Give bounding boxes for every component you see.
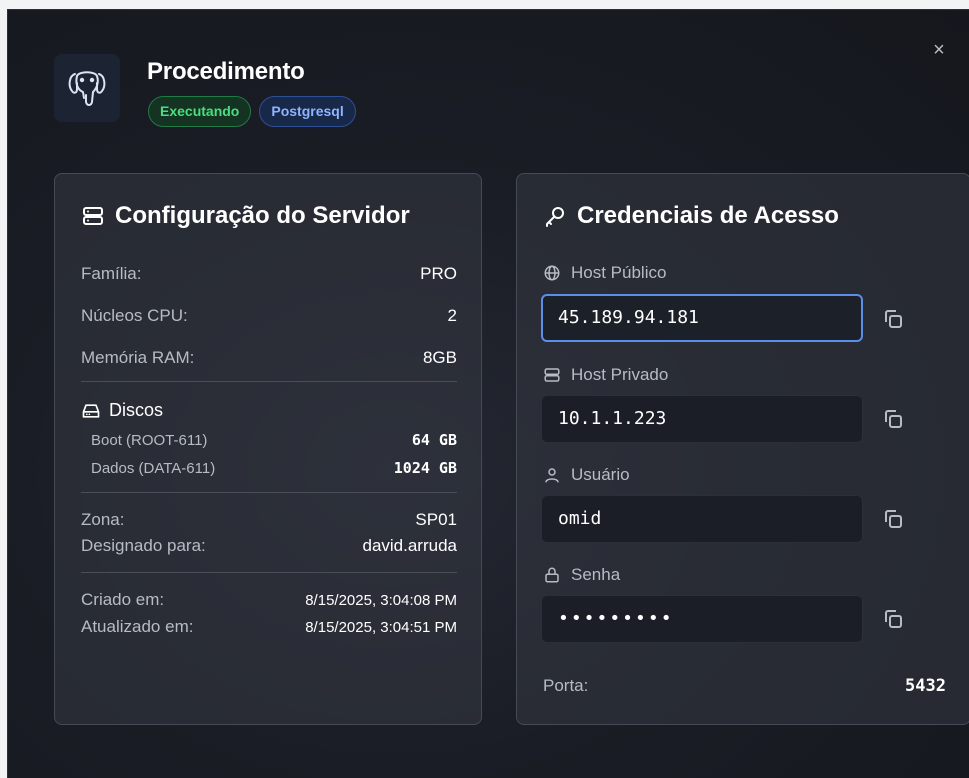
postgresql-logo <box>54 54 120 122</box>
port-row: Porta: 5432 <box>543 676 946 696</box>
server-config-heading: Configuração do Servidor <box>81 202 410 230</box>
badge-group: Executando Postgresql <box>148 96 356 127</box>
created-row: Criado em: 8/15/2025, 3:04:08 PM <box>81 590 457 610</box>
username-field[interactable]: omid <box>541 495 863 543</box>
public-host-field[interactable]: 45.189.94.181 <box>541 294 863 342</box>
cpu-label: Núcleos CPU: <box>81 306 188 325</box>
copy-icon[interactable] <box>881 407 905 431</box>
family-value: PRO <box>420 264 457 283</box>
created-value: 8/15/2025, 3:04:08 PM <box>305 591 457 609</box>
ram-label: Memória RAM: <box>81 348 195 367</box>
public-host-label-text: Host Público <box>571 263 667 282</box>
updated-label: Atualizado em: <box>81 617 194 636</box>
status-badge: Executando <box>148 96 252 127</box>
password-field[interactable]: ••••••••• <box>541 595 863 643</box>
engine-badge: Postgresql <box>259 96 356 127</box>
hard-drive-icon <box>82 403 100 418</box>
credentials-title: Credenciais de Acesso <box>577 202 839 229</box>
cpu-row: Núcleos CPU: 2 <box>81 306 457 326</box>
copy-icon[interactable] <box>881 607 905 631</box>
disk-size: 64 GB <box>411 431 457 449</box>
zone-row: Zona: SP01 <box>81 510 457 530</box>
private-host-label-text: Host Privado <box>571 365 669 384</box>
cpu-value: 2 <box>447 306 457 325</box>
divider <box>81 492 457 493</box>
divider <box>81 381 457 382</box>
copy-icon[interactable] <box>881 507 905 531</box>
credentials-card: Credenciais de Acesso Host Público 45.18… <box>516 173 969 725</box>
updated-row: Atualizado em: 8/15/2025, 3:04:51 PM <box>81 617 457 637</box>
disk-label: Dados (DATA-611) <box>91 459 216 477</box>
public-host-label: Host Público <box>543 263 666 283</box>
assigned-value: david.arruda <box>362 536 457 555</box>
user-label-text: Usuário <box>571 465 630 484</box>
elephant-icon <box>68 71 106 106</box>
credentials-heading: Credenciais de Acesso <box>543 202 839 230</box>
private-host-label: Host Privado <box>543 365 668 385</box>
disk-row: Boot (ROOT-611) 64 GB <box>91 431 457 449</box>
disks-heading: Discos <box>81 400 163 421</box>
private-host-field[interactable]: 10.1.1.223 <box>541 395 863 443</box>
server-icon <box>544 368 560 382</box>
assigned-row: Designado para: david.arruda <box>81 536 457 556</box>
disk-row: Dados (DATA-611) 1024 GB <box>91 459 457 477</box>
globe-icon <box>544 265 560 281</box>
user-icon <box>545 468 559 483</box>
updated-value: 8/15/2025, 3:04:51 PM <box>305 618 457 636</box>
instance-details-modal: × Procedimento Executando Postgresql Con… <box>7 9 969 778</box>
password-label: Senha <box>543 565 620 585</box>
port-label: Porta: <box>543 676 589 695</box>
close-button[interactable]: × <box>929 40 949 60</box>
family-label: Família: <box>81 264 142 283</box>
disk-size: 1024 GB <box>393 459 457 477</box>
password-label-text: Senha <box>571 565 621 584</box>
ram-value: 8GB <box>422 348 457 367</box>
zone-label: Zona: <box>81 510 125 529</box>
divider <box>81 572 457 573</box>
family-row: Família: PRO <box>81 264 457 284</box>
copy-icon[interactable] <box>881 307 905 331</box>
zone-value: SP01 <box>415 510 457 529</box>
created-label: Criado em: <box>81 590 165 609</box>
assigned-label: Designado para: <box>81 536 206 555</box>
key-icon <box>546 207 564 227</box>
port-value: 5432 <box>905 676 946 696</box>
user-label: Usuário <box>543 465 630 485</box>
disk-label: Boot (ROOT-611) <box>91 431 208 449</box>
lock-icon <box>545 567 559 583</box>
server-icon <box>83 207 103 225</box>
ram-row: Memória RAM: 8GB <box>81 348 457 368</box>
disks-title: Discos <box>109 400 164 420</box>
page-title: Procedimento <box>147 58 305 85</box>
server-config-title: Configuração do Servidor <box>115 202 410 229</box>
server-config-card: Configuração do Servidor Família: PRO Nú… <box>54 173 482 725</box>
